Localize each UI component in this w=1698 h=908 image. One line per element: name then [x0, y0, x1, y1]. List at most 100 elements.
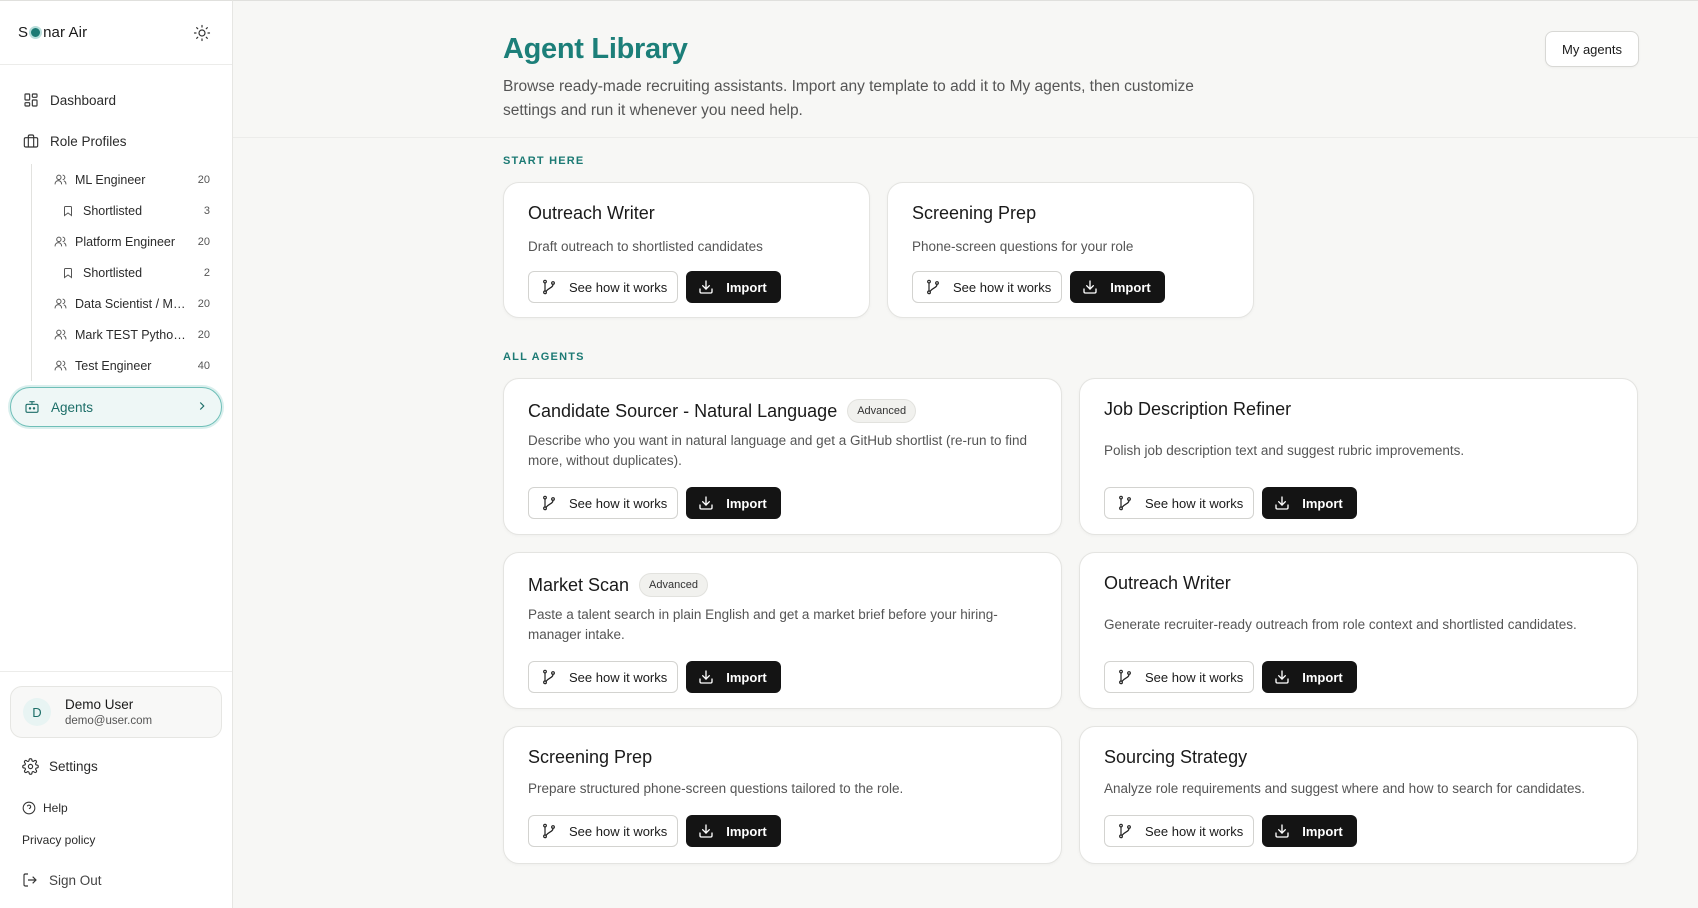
role-item-count: 3: [203, 204, 210, 217]
see-how-it-works-button[interactable]: See how it works: [528, 271, 679, 303]
role-profile-item[interactable]: Mark TEST Python ... 20: [32, 319, 232, 350]
import-button[interactable]: Import: [686, 815, 781, 847]
import-label: Import: [1302, 495, 1343, 511]
users-icon: [54, 359, 68, 373]
download-icon: [698, 279, 714, 295]
agent-card: Outreach Writer Draft outreach to shortli…: [503, 182, 870, 318]
section-label-start-here: START HERE: [503, 155, 585, 167]
role-item-count: 20: [197, 328, 210, 341]
import-label: Import: [726, 823, 767, 839]
app-logo[interactable]: Snar Air: [18, 24, 87, 41]
bookmark-icon: [62, 204, 76, 218]
privacy-policy-link[interactable]: Privacy policy: [0, 824, 232, 856]
see-how-it-works-button[interactable]: See how it works: [528, 815, 679, 847]
agent-title: Screening Prep: [912, 203, 1037, 223]
users-icon: [54, 235, 68, 249]
import-button[interactable]: Import: [686, 661, 781, 693]
agent-title: Market Scan: [528, 574, 630, 595]
users-icon: [54, 173, 68, 187]
nav-dashboard[interactable]: Dashboard: [10, 82, 222, 118]
agent-description: Prepare structured phone-screen question…: [528, 781, 904, 796]
main-nav: Dashboard Role Profiles ML Engineer 20 Sho…: [0, 65, 232, 427]
users-icon: [54, 297, 68, 311]
role-profile-item[interactable]: Data Scientist / ML ... 20: [32, 288, 232, 319]
import-button[interactable]: Import: [1262, 815, 1357, 847]
nav-dashboard-label: Dashboard: [50, 92, 117, 108]
role-item-label: Shortlisted: [83, 203, 143, 218]
role-item-label: Platform Engineer: [75, 234, 176, 249]
gear-icon: [22, 757, 40, 775]
git-fork-icon: [1117, 669, 1133, 685]
git-fork-icon: [541, 279, 557, 295]
see-how-label: See how it works: [569, 823, 668, 839]
git-fork-icon: [541, 669, 557, 685]
role-profile-item[interactable]: Test Engineer 40: [32, 350, 232, 381]
agent-card: Candidate Sourcer - Natural Language Adva…: [503, 378, 1062, 535]
agent-card: Job Description Refiner Polish job descri…: [1079, 378, 1638, 535]
agent-card: Outreach Writer Generate recruiter-ready …: [1079, 552, 1638, 709]
import-button[interactable]: Import: [686, 487, 781, 519]
agent-card: Sourcing Strategy Analyze role requiremen…: [1079, 726, 1638, 864]
see-how-label: See how it works: [569, 495, 668, 511]
nav-settings[interactable]: Settings: [0, 748, 232, 784]
role-item-count: 2: [203, 266, 210, 279]
git-fork-icon: [541, 823, 557, 839]
role-shortlisted-item[interactable]: Shortlisted 3: [32, 195, 232, 226]
nav-help[interactable]: Help: [0, 792, 232, 824]
users-icon: [54, 328, 68, 342]
agent-title: Candidate Sourcer - Natural Language: [528, 400, 838, 421]
download-icon: [1274, 669, 1290, 685]
my-agents-button[interactable]: My agents: [1545, 31, 1639, 67]
brand-prefix: S: [18, 24, 29, 41]
sign-out-button[interactable]: Sign Out: [0, 862, 232, 898]
see-how-it-works-button[interactable]: See how it works: [528, 661, 679, 693]
see-how-it-works-button[interactable]: See how it works: [1104, 815, 1255, 847]
see-how-label: See how it works: [1145, 823, 1244, 839]
user-card[interactable]: D Demo User demo@user.com: [10, 686, 222, 738]
download-icon: [1274, 495, 1290, 511]
agent-title: Outreach Writer: [528, 203, 655, 223]
theme-toggle-button[interactable]: [190, 21, 214, 45]
download-icon: [698, 495, 714, 511]
user-name: Demo User: [65, 697, 134, 712]
chevron-right-icon: [195, 399, 209, 416]
role-item-label: Data Scientist / ML ...: [75, 296, 192, 311]
nav-role-profiles[interactable]: Role Profiles: [10, 123, 222, 159]
log-out-icon: [22, 871, 40, 889]
git-fork-icon: [925, 279, 941, 295]
download-icon: [698, 823, 714, 839]
sign-out-label: Sign Out: [49, 872, 102, 888]
page-title: Agent Library: [503, 33, 688, 65]
download-icon: [1274, 823, 1290, 839]
git-fork-icon: [1117, 823, 1133, 839]
nav-settings-label: Settings: [49, 758, 98, 774]
import-button[interactable]: Import: [686, 271, 781, 303]
nav-agents[interactable]: Agents: [10, 387, 222, 427]
role-item-count: 20: [197, 297, 210, 310]
role-shortlisted-item[interactable]: Shortlisted 2: [32, 257, 232, 288]
main-content: Agent Library Browse ready-made recruiti…: [233, 0, 1698, 908]
import-label: Import: [726, 495, 767, 511]
sidebar-footer: D Demo User demo@user.com Settings Help …: [0, 671, 232, 908]
download-icon: [1082, 279, 1098, 295]
avatar: D: [23, 698, 51, 726]
role-item-count: 20: [197, 173, 210, 186]
agent-title: Screening Prep: [528, 747, 653, 767]
role-item-count: 40: [197, 359, 210, 372]
see-how-it-works-button[interactable]: See how it works: [528, 487, 679, 519]
see-how-it-works-button[interactable]: See how it works: [912, 271, 1063, 303]
see-how-label: See how it works: [569, 279, 668, 295]
git-fork-icon: [541, 495, 557, 511]
user-email: demo@user.com: [65, 715, 153, 727]
role-profile-item[interactable]: ML Engineer 20: [32, 164, 232, 195]
see-how-label: See how it works: [1145, 495, 1244, 511]
import-button[interactable]: Import: [1070, 271, 1165, 303]
import-button[interactable]: Import: [1262, 661, 1357, 693]
brand-row: Snar Air: [0, 1, 232, 65]
see-how-it-works-button[interactable]: See how it works: [1104, 661, 1255, 693]
import-button[interactable]: Import: [1262, 487, 1357, 519]
role-profile-item[interactable]: Platform Engineer 20: [32, 226, 232, 257]
page-description: Browse ready-made recruiting assistants.…: [503, 78, 1194, 119]
see-how-it-works-button[interactable]: See how it works: [1104, 487, 1255, 519]
role-profiles-list: ML Engineer 20 Shortlisted 3 Platform Engine…: [31, 164, 232, 381]
